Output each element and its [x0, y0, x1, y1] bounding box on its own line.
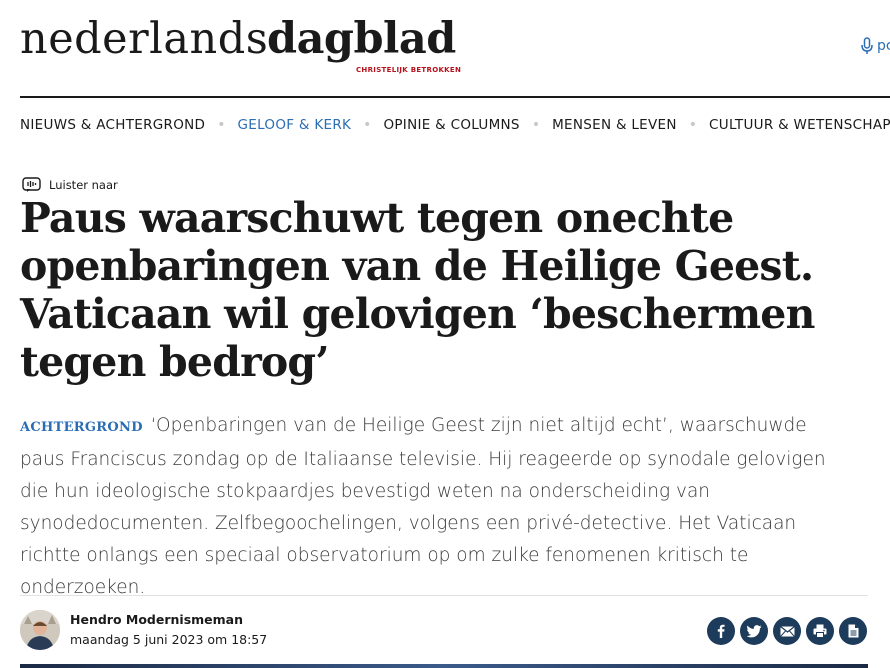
hero-image-edge — [20, 664, 868, 668]
print-button[interactable] — [806, 617, 834, 645]
listen-label: Luister naar — [49, 178, 118, 192]
article-headline: Paus waarschuwt tegen onechte openbaring… — [20, 194, 815, 386]
logo-part1: nederlands — [20, 14, 269, 64]
podcast-link[interactable]: pc — [861, 37, 890, 55]
nav-item-mensen[interactable]: MENSEN & LEVEN — [552, 117, 677, 133]
nav-item-cultuur[interactable]: CULTUUR & WETENSCHAP — [709, 117, 890, 133]
header-divider — [20, 96, 890, 98]
document-button[interactable] — [839, 617, 867, 645]
author-avatar[interactable] — [20, 610, 60, 650]
share-facebook-button[interactable] — [707, 617, 735, 645]
nav-separator: • — [688, 117, 698, 133]
article-intro: ACHTERGROND ‘Openbaringen van de Heilige … — [20, 410, 840, 604]
article-kicker[interactable]: ACHTERGROND — [20, 420, 143, 435]
intro-text: ‘Openbaringen van de Heilige Geest zijn … — [20, 415, 826, 598]
main-nav: NIEUWS & ACHTERGROND • GELOOF & KERK • O… — [20, 117, 890, 133]
nav-separator: • — [531, 117, 541, 133]
twitter-icon — [746, 624, 761, 637]
headphones-icon — [22, 177, 41, 192]
share-twitter-button[interactable] — [740, 617, 768, 645]
microphone-icon — [861, 37, 873, 54]
facebook-icon — [717, 624, 725, 638]
publish-date: maandag 5 juni 2023 om 18:57 — [70, 632, 268, 647]
podcast-label: pc — [877, 38, 890, 54]
nav-item-nieuws[interactable]: NIEUWS & ACHTERGROND — [20, 117, 205, 133]
print-icon — [813, 624, 827, 638]
nav-separator: • — [363, 117, 372, 133]
share-bar — [707, 617, 867, 645]
nav-item-opinie[interactable]: OPINIE & COLUMNS — [383, 117, 519, 133]
document-icon — [848, 624, 858, 638]
byline-divider — [20, 595, 868, 596]
nav-separator: • — [217, 117, 226, 133]
listen-button[interactable]: Luister naar — [22, 177, 118, 193]
mail-icon — [779, 625, 795, 637]
avatar-image — [20, 610, 60, 650]
logo-part2: dagblad — [267, 14, 456, 64]
logo-tagline: CHRISTELIJK BETROKKEN — [356, 66, 462, 74]
nav-item-geloof[interactable]: GELOOF & KERK — [237, 117, 351, 133]
author-name[interactable]: Hendro Modernismeman — [70, 612, 243, 627]
share-mail-button[interactable] — [773, 617, 801, 645]
